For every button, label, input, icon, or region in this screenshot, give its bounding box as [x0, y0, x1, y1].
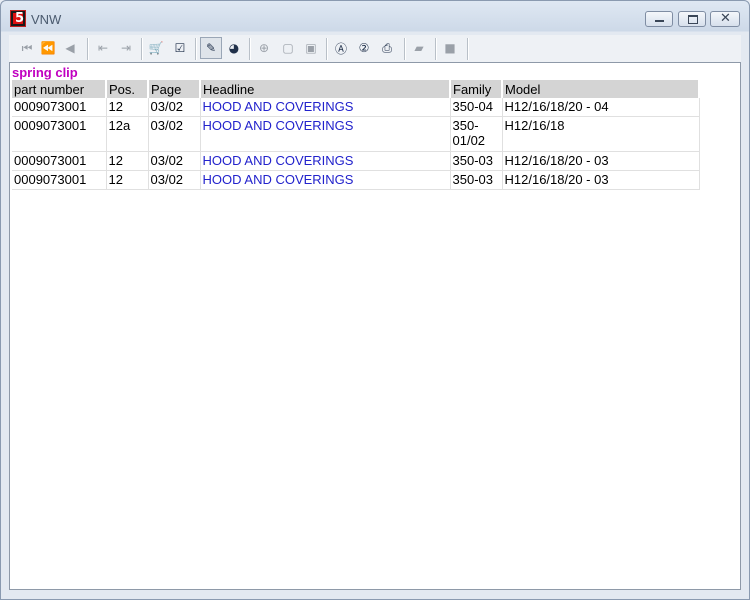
print-icon[interactable]: ⎙ — [379, 40, 395, 56]
notes-icon[interactable]: ▰ — [411, 40, 427, 56]
checklist-icon[interactable]: ☑ — [172, 40, 188, 56]
toolbar-separator — [404, 38, 406, 60]
headline-link[interactable]: HOOD AND COVERINGS — [200, 116, 451, 152]
search-2-icon[interactable]: ② — [356, 40, 372, 56]
family-cell: 350-04 — [450, 98, 503, 117]
toolbar: ⏮ ⏪ ◀ ⇤ ⇥ 🛒 ☑ ✎ ◕ ⊕ ▢ ▣ Ⓐ ② ⎙ ▰ ■ — [9, 35, 741, 62]
toolbar-separator — [87, 38, 89, 60]
toolbar-separator — [435, 38, 437, 60]
title-bar[interactable]: VNW ✕ — [1, 1, 749, 33]
headline-link[interactable]: HOOD AND COVERINGS — [200, 98, 451, 117]
table-header-row: part number Pos. Page Headline Family Mo… — [12, 80, 700, 98]
model-cell: H12/16/18/20 - 04 — [502, 98, 700, 117]
column-header[interactable]: Model — [502, 80, 700, 98]
part-number-cell: 0009073001 — [12, 151, 107, 171]
page-cell: 03/02 — [148, 170, 201, 190]
pos-cell: 12 — [106, 151, 149, 171]
model-cell: H12/16/18/20 - 03 — [502, 151, 700, 171]
prev-icon[interactable]: ◀ — [62, 40, 78, 56]
app-window: VNW ✕ ⏮ ⏪ ◀ ⇤ ⇥ 🛒 ☑ ✎ ◕ ⊕ ▢ ▣ Ⓐ ② ⎙ ▰ ■ … — [0, 0, 750, 600]
family-cell: 350-01/02 — [450, 116, 503, 152]
search-a-icon[interactable]: Ⓐ — [333, 40, 349, 56]
app-logo-icon — [10, 10, 26, 27]
toolbar-separator — [467, 38, 469, 60]
zoom-icon[interactable]: ⊕ — [256, 40, 272, 56]
page-alt-icon[interactable]: ▣ — [303, 40, 319, 56]
page-cell: 03/02 — [148, 116, 201, 152]
globe-icon[interactable]: ◕ — [226, 40, 242, 56]
close-button[interactable]: ✕ — [710, 11, 740, 27]
pos-cell: 12a — [106, 116, 149, 152]
minimize-button[interactable] — [645, 11, 673, 27]
cart-icon[interactable]: 🛒 — [148, 40, 164, 56]
prev-page-icon[interactable]: ⏪ — [40, 40, 56, 56]
part-number-cell: 0009073001 — [12, 116, 107, 152]
table-row[interactable]: 0009073001 12 03/02 HOOD AND COVERINGS 3… — [12, 98, 700, 117]
part-number-cell: 0009073001 — [12, 170, 107, 190]
headline-link[interactable]: HOOD AND COVERINGS — [200, 151, 451, 171]
part-number-cell: 0009073001 — [12, 98, 107, 117]
export-icon[interactable]: ⇤ — [95, 40, 111, 56]
table-row[interactable]: 0009073001 12a 03/02 HOOD AND COVERINGS … — [12, 116, 700, 152]
family-cell: 350-03 — [450, 151, 503, 171]
headline-link[interactable]: HOOD AND COVERINGS — [200, 170, 451, 190]
first-icon[interactable]: ⏮ — [19, 40, 35, 56]
column-header[interactable]: Family — [450, 80, 503, 98]
search-term-label: spring clip — [12, 65, 78, 80]
table-row[interactable]: 0009073001 12 03/02 HOOD AND COVERINGS 3… — [12, 151, 700, 171]
page-cell: 03/02 — [148, 98, 201, 117]
model-cell: H12/16/18 — [502, 116, 700, 152]
close-icon: ✕ — [720, 11, 731, 26]
results-pane: spring clip part number Pos. Page Headli… — [9, 62, 741, 590]
toolbar-separator — [249, 38, 251, 60]
window-title: VNW — [31, 12, 62, 27]
parts-table: part number Pos. Page Headline Family Mo… — [12, 80, 700, 190]
table-row[interactable]: 0009073001 12 03/02 HOOD AND COVERINGS 3… — [12, 170, 700, 190]
model-cell: H12/16/18/20 - 03 — [502, 170, 700, 190]
family-cell: 350-03 — [450, 170, 503, 190]
page-cell: 03/02 — [148, 151, 201, 171]
toolbar-separator — [195, 38, 197, 60]
column-header[interactable]: Pos. — [106, 80, 149, 98]
column-header[interactable]: part number — [12, 80, 107, 98]
page-icon[interactable]: ▢ — [280, 40, 296, 56]
toolbar-separator — [326, 38, 328, 60]
import-icon[interactable]: ⇥ — [118, 40, 134, 56]
marker-icon[interactable]: ✎ — [200, 37, 222, 59]
column-header[interactable]: Headline — [200, 80, 451, 98]
pos-cell: 12 — [106, 98, 149, 117]
column-header[interactable]: Page — [148, 80, 201, 98]
maximize-button[interactable] — [678, 11, 706, 27]
toolbar-separator — [141, 38, 143, 60]
pos-cell: 12 — [106, 170, 149, 190]
stop-icon[interactable]: ■ — [442, 40, 458, 56]
